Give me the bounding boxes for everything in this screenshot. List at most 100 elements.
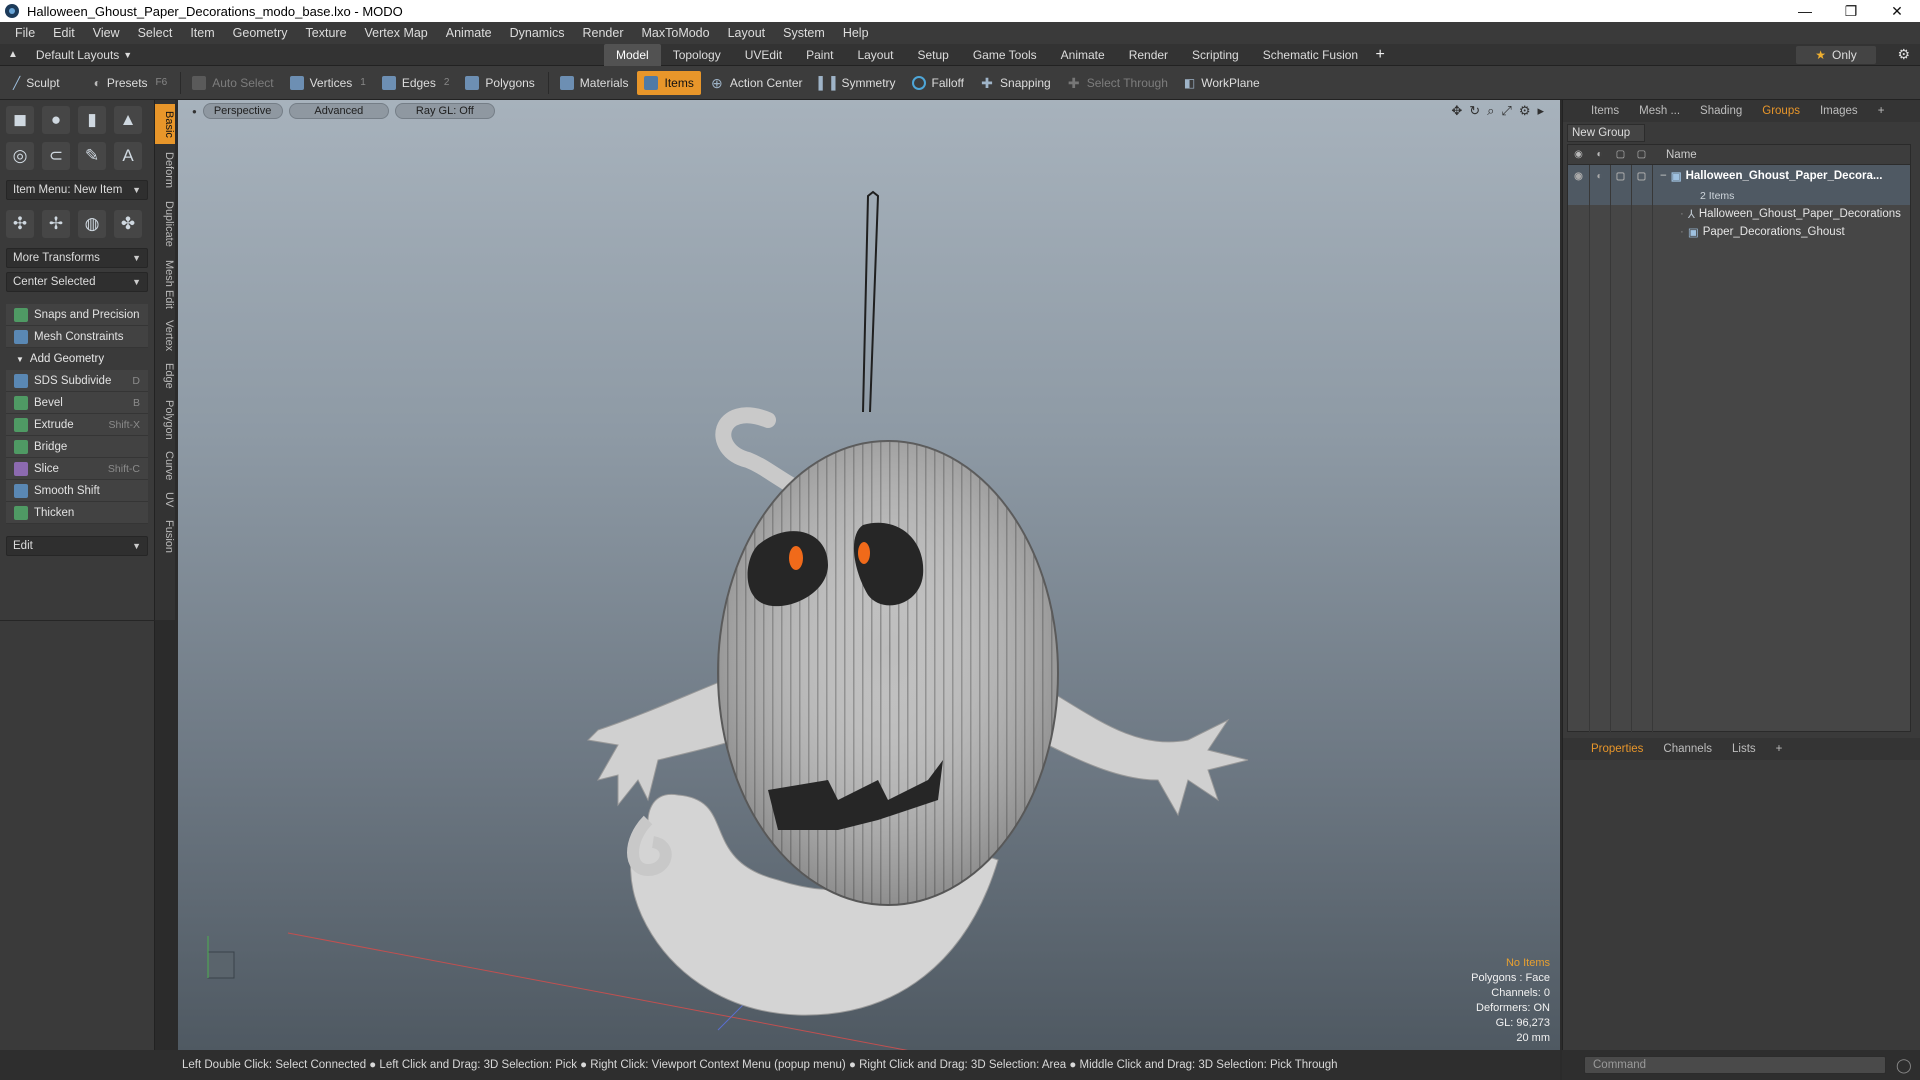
tab-mesh[interactable]: Mesh ...	[1629, 100, 1690, 122]
render-icon[interactable]: ◐	[1589, 149, 1610, 160]
vtab-fusion[interactable]: Fusion	[155, 516, 175, 558]
tab-uvedit[interactable]: UVEdit	[733, 44, 794, 66]
edit-dropdown[interactable]: Edit ▼	[6, 536, 148, 556]
only-toggle[interactable]: ★ Only	[1796, 46, 1876, 64]
new-group-button[interactable]: New Group	[1567, 124, 1645, 142]
checkbox-icon[interactable]: ▢	[1610, 171, 1631, 182]
snaps-precision-button[interactable]: Snaps and Precision	[6, 304, 148, 326]
slice-button[interactable]: Slice Shift-C	[6, 458, 148, 480]
menu-file[interactable]: File	[6, 22, 44, 44]
vtab-uv[interactable]: UV	[155, 488, 175, 512]
thicken-button[interactable]: Thicken	[6, 502, 148, 524]
menu-render[interactable]: Render	[574, 22, 633, 44]
tab-animate[interactable]: Animate	[1049, 44, 1117, 66]
cone-icon[interactable]: ▲	[114, 106, 142, 134]
tab-paint[interactable]: Paint	[794, 44, 845, 66]
menu-select[interactable]: Select	[129, 22, 182, 44]
minimize-button[interactable]: —	[1782, 0, 1828, 22]
tab-properties[interactable]: Properties	[1581, 738, 1653, 760]
tab-shading[interactable]: Shading	[1690, 100, 1752, 122]
menu-view[interactable]: View	[84, 22, 129, 44]
tab-scripting[interactable]: Scripting	[1180, 44, 1251, 66]
menu-edit[interactable]: Edit	[44, 22, 84, 44]
visibility-eye-icon[interactable]: ◉	[1568, 171, 1589, 182]
group-row[interactable]: ◉ ◐ ▢ ▢ − ▣ Halloween_Ghoust_Paper_Decor…	[1568, 165, 1910, 187]
symmetry-button[interactable]: ▌▐ Symmetry	[812, 71, 903, 95]
tab-groups[interactable]: Groups	[1752, 100, 1810, 122]
menu-help[interactable]: Help	[834, 22, 878, 44]
select-icon[interactable]: ▢	[1631, 149, 1652, 160]
polygons-button[interactable]: Polygons	[458, 71, 541, 95]
falloff-button[interactable]: Falloff	[905, 71, 971, 95]
edges-button[interactable]: Edges 2	[375, 71, 457, 95]
vtab-basic[interactable]: Basic	[155, 104, 175, 144]
default-layouts-dropdown[interactable]: ▲ Default Layouts ▼	[0, 48, 604, 62]
smooth-shift-button[interactable]: Smooth Shift	[6, 480, 148, 502]
add-geometry-header[interactable]: ▼ Add Geometry	[6, 348, 148, 370]
vtab-deform[interactable]: Deform	[155, 148, 175, 192]
menu-item[interactable]: Item	[181, 22, 223, 44]
move-icon[interactable]: ✣	[6, 210, 34, 238]
torus-icon[interactable]: ◎	[6, 142, 34, 170]
items-button[interactable]: Items	[637, 70, 701, 95]
extrude-button[interactable]: Extrude Shift-X	[6, 414, 148, 436]
visibility-eye-icon[interactable]: ◉	[1568, 149, 1589, 160]
tab-schematic-fusion[interactable]: Schematic Fusion	[1251, 44, 1370, 66]
tab-items[interactable]: Items	[1581, 100, 1629, 122]
add-tab-button[interactable]: +	[1868, 100, 1895, 122]
capsule-icon[interactable]: ⊂	[42, 142, 70, 170]
expand-icon[interactable]: −	[1652, 170, 1667, 182]
gear-icon[interactable]: ⚙	[1897, 46, 1910, 63]
rotate-icon[interactable]: ✢	[42, 210, 70, 238]
cube-icon[interactable]: ◼	[6, 106, 34, 134]
group-child-row[interactable]: · ▣ Paper_Decorations_Ghoust	[1568, 223, 1910, 241]
tab-render[interactable]: Render	[1117, 44, 1180, 66]
transform-icon[interactable]: ✤	[114, 210, 142, 238]
more-transforms-dropdown[interactable]: More Transforms ▼	[6, 248, 148, 268]
3d-viewport[interactable]: ● Perspective Advanced Ray GL: Off ✥ ↻ ⌕…	[178, 100, 1560, 1050]
vtab-mesh-edit[interactable]: Mesh Edit	[155, 256, 175, 312]
pen-icon[interactable]: ✎	[78, 142, 106, 170]
vtab-polygon[interactable]: Polygon	[155, 396, 175, 444]
materials-button[interactable]: Materials	[553, 71, 636, 95]
snapping-button[interactable]: ✚ Snapping	[973, 71, 1058, 95]
menu-texture[interactable]: Texture	[297, 22, 356, 44]
action-center-button[interactable]: ⊕ Action Center	[703, 71, 810, 95]
menu-animate[interactable]: Animate	[437, 22, 501, 44]
cylinder-icon[interactable]: ▮	[78, 106, 106, 134]
command-input[interactable]: Command	[1584, 1056, 1886, 1074]
collapse-arrow-icon[interactable]: ▲	[8, 49, 18, 60]
name-column-header[interactable]: Name	[1652, 149, 1697, 161]
tab-channels[interactable]: Channels	[1653, 738, 1722, 760]
vtab-vertex[interactable]: Vertex	[155, 316, 175, 356]
sphere-icon[interactable]: ●	[42, 106, 70, 134]
add-layout-tab-button[interactable]: +	[1370, 44, 1390, 66]
presets-button[interactable]: ◐ Presets F6	[87, 71, 175, 95]
item-menu-dropdown[interactable]: Item Menu: New Item ▼	[6, 180, 148, 200]
vertices-button[interactable]: Vertices 1	[283, 71, 373, 95]
restore-button[interactable]: ❐	[1828, 0, 1874, 22]
tab-game-tools[interactable]: Game Tools	[961, 44, 1049, 66]
render-icon[interactable]: ◐	[1589, 171, 1610, 182]
tab-model[interactable]: Model	[604, 43, 661, 66]
menu-dynamics[interactable]: Dynamics	[501, 22, 574, 44]
lock-icon[interactable]: ▢	[1610, 149, 1631, 160]
tab-topology[interactable]: Topology	[661, 44, 733, 66]
vtab-edge[interactable]: Edge	[155, 360, 175, 392]
vtab-duplicate[interactable]: Duplicate	[155, 196, 175, 252]
workplane-button[interactable]: ◧ WorkPlane	[1177, 71, 1267, 95]
record-icon[interactable]: ◯	[1896, 1057, 1912, 1074]
sds-subdivide-button[interactable]: SDS Subdivide D	[6, 370, 148, 392]
bridge-button[interactable]: Bridge	[6, 436, 148, 458]
tab-layout[interactable]: Layout	[845, 44, 905, 66]
mesh-constraints-button[interactable]: Mesh Constraints	[6, 326, 148, 348]
vtab-curve[interactable]: Curve	[155, 448, 175, 484]
tab-setup[interactable]: Setup	[905, 44, 960, 66]
menu-maxtomodo[interactable]: MaxToModo	[633, 22, 719, 44]
text-icon[interactable]: A	[114, 142, 142, 170]
auto-select-button[interactable]: Auto Select	[185, 71, 280, 95]
checkbox-icon[interactable]: ▢	[1631, 171, 1652, 182]
menu-system[interactable]: System	[774, 22, 834, 44]
menu-layout[interactable]: Layout	[719, 22, 775, 44]
tab-lists[interactable]: Lists	[1722, 738, 1766, 760]
